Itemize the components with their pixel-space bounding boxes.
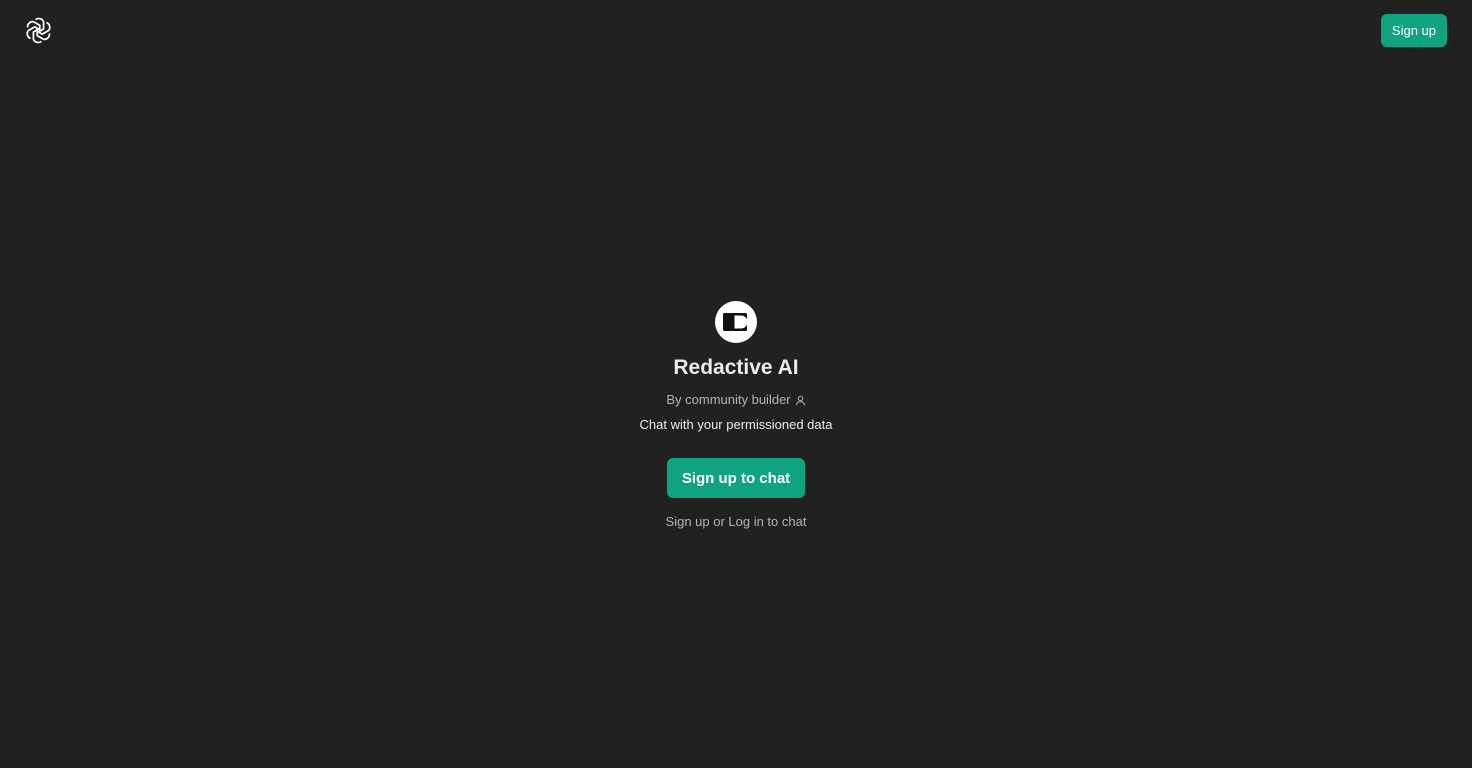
openai-logo-icon[interactable] <box>24 16 53 45</box>
byline-text: By community builder <box>666 392 791 407</box>
gpt-title: Redactive AI <box>673 356 799 379</box>
person-icon <box>795 395 806 406</box>
login-hint[interactable]: Sign up or Log in to chat <box>666 513 807 531</box>
header-signup-button[interactable]: Sign up <box>1380 14 1447 47</box>
redactive-logo-icon <box>715 301 757 343</box>
gpt-intro: Redactive AI By community builder Chat w… <box>0 301 1472 531</box>
signup-to-chat-button[interactable]: Sign up to chat <box>667 458 805 498</box>
gpt-description: Chat with your permissioned data <box>639 417 833 432</box>
author-byline: By community builder <box>666 391 805 409</box>
gpt-landing-page: Sign up Redactive AI By community builde… <box>0 0 1472 768</box>
